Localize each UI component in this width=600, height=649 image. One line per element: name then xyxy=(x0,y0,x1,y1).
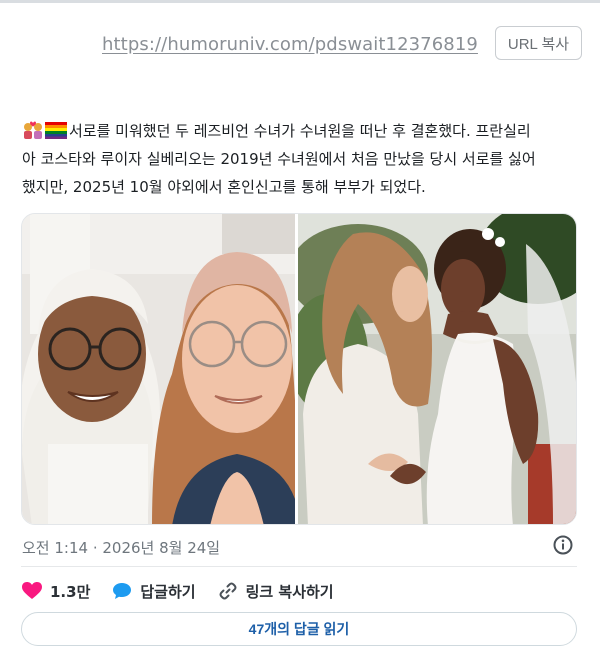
rainbow-flag-icon xyxy=(45,121,67,139)
top-edge xyxy=(0,0,600,3)
tweet-text-line-3: 했지만, 2025년 10월 야외에서 혼인신고를 통해 부부가 되었다. xyxy=(22,178,426,196)
like-button[interactable]: 1.3만 xyxy=(22,581,90,602)
women-couple-with-heart-icon xyxy=(22,121,44,139)
like-count: 1.3만 xyxy=(50,582,91,601)
tweet-actions: 1.3만 답글하기 링크 복사하기 xyxy=(22,578,578,604)
tweet-text-line-1: 서로를 미워했던 두 레즈비언 수녀가 수녀원을 떠난 후 결혼했다. 프란실리 xyxy=(69,122,531,140)
chat-bubble-icon xyxy=(112,582,132,600)
copy-link-label: 링크 복사하기 xyxy=(245,582,334,601)
tweet-media[interactable] xyxy=(21,213,577,525)
reply-label: 답글하기 xyxy=(140,582,196,601)
tweet-text: 서로를 미워했던 두 레즈비언 수녀가 수녀원을 떠난 후 결혼했다. 프란실리… xyxy=(22,117,582,201)
url-bar: https://humoruniv.com/pdswait12376819 UR… xyxy=(0,26,600,66)
url-copy-button[interactable]: URL 복사 xyxy=(495,26,582,60)
reply-button[interactable]: 답글하기 xyxy=(112,581,196,602)
divider xyxy=(21,566,577,567)
copy-link-button[interactable]: 링크 복사하기 xyxy=(218,581,334,602)
source-url-link[interactable]: https://humoruniv.com/pdswait12376819 xyxy=(102,34,478,55)
tweet-meta: 오전 1:14 · 2026년 8월 24일 xyxy=(22,534,578,558)
read-replies-button[interactable]: 47개의 답글 읽기 xyxy=(21,612,577,646)
wedding-photo[interactable] xyxy=(298,214,576,524)
tweet-emojis xyxy=(22,121,67,139)
tweet-text-line-2: 아 코스타와 루이자 실베리오는 2019년 수녀원에서 처음 만났을 당시 서… xyxy=(22,150,536,168)
selfie-photo[interactable] xyxy=(22,214,299,524)
heart-icon xyxy=(22,582,42,600)
tweet-timestamp: 오전 1:14 · 2026년 8월 24일 xyxy=(22,539,221,557)
link-icon xyxy=(218,581,238,601)
info-icon[interactable] xyxy=(552,534,574,556)
